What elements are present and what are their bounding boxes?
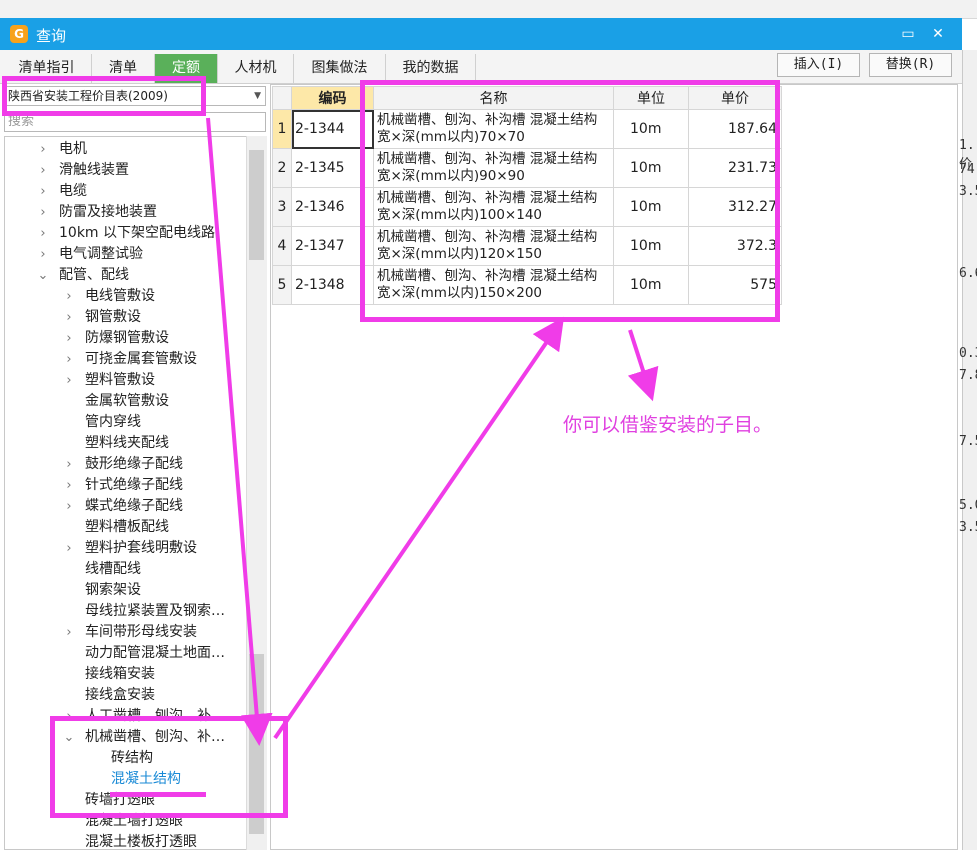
arrow-table-to-note: [627, 329, 659, 402]
arrow-tree-to-table: [273, 316, 565, 740]
arrow-library-to-tree: [206, 117, 273, 746]
annotation-arrows: [206, 117, 659, 746]
annotation-note: 你可以借鉴安装的子目。: [563, 414, 773, 436]
